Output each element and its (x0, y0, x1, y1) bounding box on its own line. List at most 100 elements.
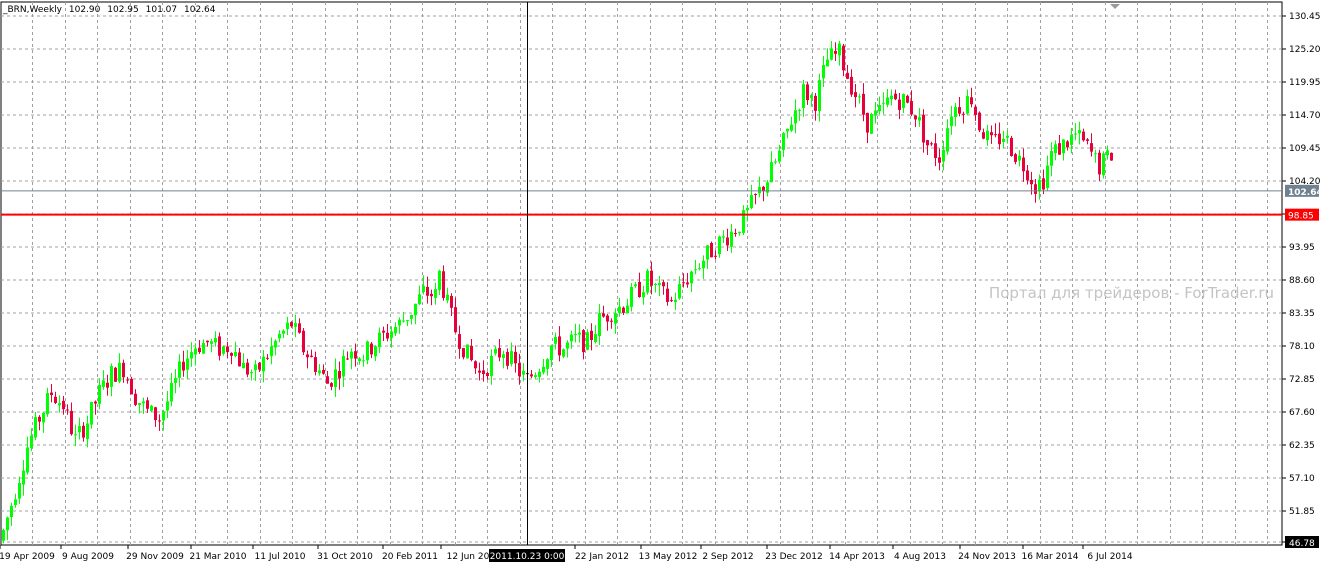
bear-candle (726, 237, 729, 246)
bear-candle (258, 362, 261, 370)
bull-candle (598, 313, 601, 336)
bull-candle (618, 306, 621, 313)
bear-candle (1098, 152, 1101, 175)
bear-candle (330, 383, 333, 387)
bull-candle (362, 360, 365, 362)
bull-candle (790, 124, 793, 131)
bear-candle (430, 293, 433, 297)
bear-candle (662, 282, 665, 287)
crosshair-time-label: 2011.10.23 0:00 (490, 552, 565, 562)
price-chart[interactable]: 130.45125.20119.95114.70109.45104.2098.9… (0, 0, 1320, 562)
bear-candle (894, 93, 897, 100)
bear-candle (298, 323, 301, 333)
bull-candle (1038, 179, 1041, 192)
bear-candle (106, 382, 109, 388)
bear-candle (134, 393, 137, 405)
chart-canvas[interactable]: 130.45125.20119.95114.70109.45104.2098.9… (0, 0, 1320, 562)
bull-candle (646, 270, 649, 293)
bear-candle (1110, 152, 1113, 161)
bear-candle (370, 343, 373, 355)
bear-candle (1086, 139, 1089, 141)
bull-candle (770, 162, 773, 183)
bear-candle (1014, 154, 1017, 162)
bear-candle (386, 332, 389, 339)
bull-candle (14, 499, 17, 506)
bull-candle (366, 341, 369, 361)
bear-candle (206, 340, 209, 343)
y-tick-label: 93.95 (1289, 243, 1315, 253)
x-tick-label: 29 Nov 2009 (126, 552, 184, 562)
bull-candle (822, 65, 825, 79)
bull-candle (418, 294, 421, 305)
bear-candle (486, 373, 489, 377)
y-tick-label: 67.60 (1289, 408, 1315, 418)
bear-candle (982, 132, 985, 139)
bull-candle (954, 107, 957, 117)
bear-candle (862, 93, 865, 115)
bear-candle (454, 307, 457, 333)
bull-candle (570, 334, 573, 342)
watermark: Портал для трейдеров - ForTrader.ru (988, 284, 1274, 302)
bull-candle (378, 332, 381, 348)
bull-candle (942, 149, 945, 162)
bear-candle (622, 307, 625, 313)
y-tick-label: 114.70 (1289, 111, 1320, 121)
low-value: 101.07 (145, 5, 178, 15)
bull-candle (446, 294, 449, 301)
bull-candle (690, 271, 693, 284)
bull-candle (510, 351, 513, 365)
bear-candle (970, 97, 973, 105)
bull-candle (178, 361, 181, 378)
bear-candle (238, 352, 241, 367)
bear-candle (1090, 143, 1093, 152)
bear-candle (306, 354, 309, 358)
x-tick-label: 19 Apr 2009 (0, 552, 55, 562)
x-tick-label: 22 Jan 2012 (575, 552, 629, 562)
bear-candle (914, 115, 917, 120)
x-tick-label: 12 Jun 20 (447, 552, 490, 562)
bull-candle (750, 195, 753, 208)
close-value: 102.64 (184, 5, 216, 15)
bull-candle (1102, 153, 1105, 176)
bull-candle (742, 210, 745, 233)
bull-candle (1094, 153, 1097, 155)
bull-candle (282, 330, 285, 334)
open-value: 102.90 (68, 5, 101, 15)
bear-candle (734, 232, 737, 234)
grid-layer (0, 1, 1283, 546)
bear-candle (518, 363, 521, 377)
bear-candle (38, 416, 41, 422)
bull-candle (422, 285, 425, 292)
bull-candle (878, 104, 881, 112)
bear-candle (1066, 141, 1069, 148)
bull-candle (58, 403, 61, 406)
bull-candle (22, 470, 25, 485)
bear-candle (1022, 157, 1025, 172)
bull-candle (830, 48, 833, 60)
bull-candle (574, 334, 577, 336)
bull-candle (522, 370, 525, 375)
bull-candle (810, 95, 813, 99)
bear-candle (866, 112, 869, 133)
x-tick-label: 23 Dec 2012 (765, 552, 823, 562)
x-tick-label: 6 Jul 2014 (1087, 552, 1132, 562)
bear-candle (482, 370, 485, 375)
level-label: 98.85 (1288, 212, 1314, 222)
bear-candle (474, 361, 477, 369)
bull-candle (342, 356, 345, 377)
bear-candle (266, 357, 269, 359)
bear-candle (962, 113, 965, 115)
bull-candle (202, 343, 205, 354)
bull-candle (534, 375, 537, 378)
bear-candle (834, 50, 837, 54)
bull-candle (358, 358, 361, 362)
bull-candle (966, 96, 969, 114)
bull-candle (1078, 130, 1081, 134)
bear-candle (806, 84, 809, 101)
y-tick-label: 72.85 (1289, 375, 1315, 385)
bull-candle (30, 435, 33, 448)
bull-candle (234, 351, 237, 357)
bull-candle (586, 332, 589, 350)
x-tick-label: 13 May 2012 (639, 552, 698, 562)
bear-candle (82, 425, 85, 438)
